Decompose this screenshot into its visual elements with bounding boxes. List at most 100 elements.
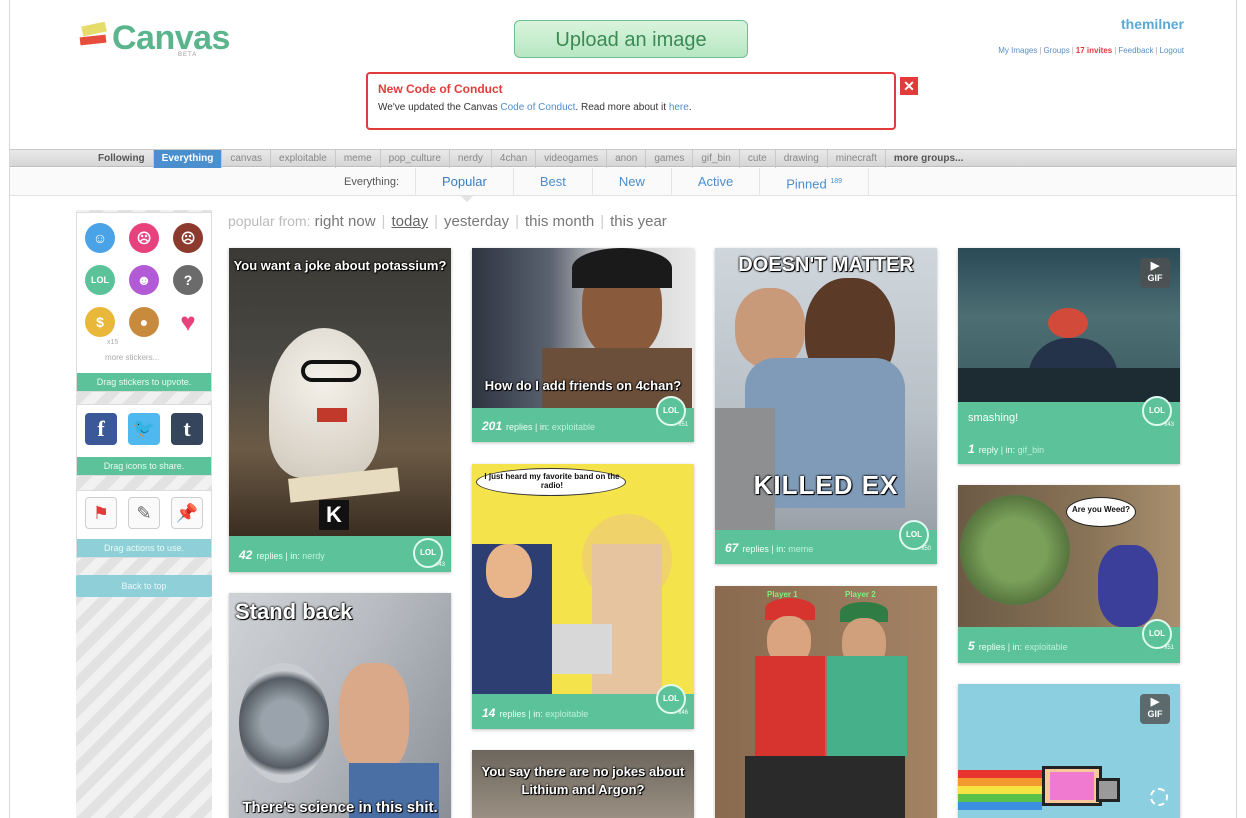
feedback-link[interactable]: Feedback: [1118, 46, 1153, 55]
post-image: Player 1 Player 2: [715, 586, 937, 818]
post-group-link[interactable]: exploitable: [552, 422, 595, 432]
username-link[interactable]: themilner: [1080, 16, 1184, 32]
logout-link[interactable]: Logout: [1160, 46, 1184, 55]
tab-popular[interactable]: Popular: [416, 168, 514, 196]
post-group-link[interactable]: meme: [788, 544, 813, 554]
play-icon: ▶: [1150, 696, 1160, 708]
group-tab-cute[interactable]: cute: [738, 150, 775, 168]
group-tab-nerdy[interactable]: nerdy: [448, 150, 491, 168]
frown-sticker-icon[interactable]: ☹: [129, 223, 159, 253]
remix-icon[interactable]: ✎: [128, 497, 160, 529]
filter-this-month[interactable]: this month: [525, 213, 594, 230]
filter-yesterday[interactable]: yesterday: [444, 213, 509, 230]
lol-count: x46: [678, 710, 688, 716]
logo-text: Canvas: [112, 19, 230, 57]
group-tab-more-groups[interactable]: more groups...: [884, 150, 971, 168]
post-card[interactable]: Are you Weed? 5 replies | in: exploitable…: [958, 485, 1180, 663]
group-tab-pop-culture[interactable]: pop_culture: [379, 150, 449, 168]
group-tab-anon[interactable]: anon: [606, 150, 645, 168]
post-card[interactable]: Stand back There's science in this shit.: [229, 593, 451, 818]
play-icon: ▶: [1150, 260, 1160, 272]
group-tab-meme[interactable]: meme: [334, 150, 380, 168]
post-footer: 5 replies | in: exploitable LOL x51: [958, 619, 1180, 663]
active-tab-caret: [460, 195, 474, 202]
post-group-link[interactable]: nerdy: [302, 551, 325, 561]
post-card[interactable]: ▶ GIF smashing! 1 reply | in: gif_bin LOL …: [958, 248, 1180, 464]
tab-best[interactable]: Best: [514, 168, 593, 196]
question-sticker-icon[interactable]: ?: [173, 265, 203, 295]
group-tab-games[interactable]: games: [645, 150, 692, 168]
group-tab-exploitable[interactable]: exploitable: [270, 150, 335, 168]
group-tab-canvas[interactable]: canvas: [221, 150, 270, 168]
gold-sticker-icon[interactable]: $: [85, 307, 115, 337]
more-stickers-link[interactable]: more stickers...: [105, 353, 159, 362]
code-of-conduct-link[interactable]: Code of Conduct: [500, 102, 575, 113]
post-image: Stand back There's science in this shit.: [229, 593, 451, 818]
group-tab-gif-bin[interactable]: gif_bin: [692, 150, 738, 168]
post-card[interactable]: You say there are no jokes about Lithium…: [472, 750, 694, 818]
post-footer: 14 replies | in: exploitable LOL x46: [472, 684, 694, 729]
heart-sticker-icon[interactable]: ♥: [173, 307, 203, 337]
group-tab-drawing[interactable]: drawing: [774, 150, 827, 168]
page: Canvas BETA Upload an image themilner My…: [0, 0, 1246, 818]
post-meta: 14 replies | in: exploitable: [482, 706, 589, 720]
facebook-icon[interactable]: f: [85, 413, 117, 445]
post-card[interactable]: You want a joke about potassium? K 42 rep…: [229, 248, 451, 572]
wow-sticker-icon[interactable]: ☻: [129, 265, 159, 295]
group-tab-4chan[interactable]: 4chan: [490, 150, 535, 168]
filter-today[interactable]: today: [391, 213, 428, 230]
post-caption-bottom: Lithium and Argon?: [521, 782, 645, 797]
sort-bar: Everything: Popular Best New Active Pinn…: [10, 168, 1236, 196]
post-meta: 5 replies | in: exploitable: [968, 639, 1068, 653]
reply-count: 5: [968, 639, 975, 653]
post-card[interactable]: DOESN'T MATTER KILLED EX 67 replies | in:…: [715, 248, 937, 564]
post-caption-bottom: Player 2: [845, 590, 876, 599]
post-card[interactable]: Player 1 Player 2: [715, 586, 937, 818]
post-caption: You want a joke about potassium?: [233, 258, 447, 273]
post-group-link[interactable]: exploitable: [545, 709, 588, 719]
notice-here-link[interactable]: here: [669, 102, 689, 113]
lol-sticker-icon[interactable]: LOL: [85, 265, 115, 295]
smile-sticker-icon[interactable]: ☺: [85, 223, 115, 253]
lol-count: x51: [1164, 645, 1174, 651]
cookie-sticker-icon[interactable]: ●: [129, 307, 159, 337]
actions-hint: Drag actions to use.: [77, 539, 211, 557]
post-card[interactable]: How do I add friends on 4chan? 201 replie…: [472, 248, 694, 442]
upload-image-button[interactable]: Upload an image: [514, 20, 748, 58]
group-tab-everything[interactable]: Everything: [152, 150, 222, 168]
tab-pinned[interactable]: Pinned 189: [760, 168, 870, 196]
group-nav-bar: Following Everything canvas exploitable meme…: [10, 149, 1236, 168]
angry-sticker-icon[interactable]: ☹: [173, 223, 203, 253]
post-card[interactable]: ▶ GIF: [958, 684, 1180, 818]
invites-link[interactable]: 17 invites: [1076, 46, 1112, 55]
back-to-top-button[interactable]: Back to top: [76, 575, 212, 597]
lol-count: x51: [678, 422, 688, 428]
tab-new[interactable]: New: [593, 168, 672, 196]
close-icon[interactable]: ✕: [900, 77, 918, 95]
my-images-link[interactable]: My Images: [998, 46, 1037, 55]
post-caption-bottom: There's science in this shit.: [242, 799, 438, 816]
tumblr-icon[interactable]: t: [171, 413, 203, 445]
flag-icon[interactable]: ⚑: [85, 497, 117, 529]
group-tab-videogames[interactable]: videogames: [535, 150, 606, 168]
filter-right-now[interactable]: right now: [315, 213, 376, 230]
post-meta: 42 replies | in: nerdy: [239, 548, 325, 562]
post-group-link[interactable]: exploitable: [1025, 642, 1068, 652]
pin-icon[interactable]: 📌: [171, 497, 203, 529]
filter-this-year[interactable]: this year: [610, 213, 667, 230]
post-card[interactable]: I just heard my favorite band on the rad…: [472, 464, 694, 729]
post-caption: DOESN'T MATTER: [738, 254, 914, 276]
post-footer: smashing! 1 reply | in: gif_bin LOL x43: [958, 396, 1180, 464]
post-image: You say there are no jokes about Lithium…: [472, 750, 694, 818]
code-of-conduct-notice: New Code of Conduct We've updated the Ca…: [366, 72, 896, 130]
post-caption: Are you Weed?: [1071, 505, 1131, 514]
group-tab-following[interactable]: Following: [90, 150, 153, 168]
tab-active[interactable]: Active: [672, 168, 761, 196]
post-meta: 1 reply | in: gif_bin: [968, 442, 1045, 456]
group-tab-minecraft[interactable]: minecraft: [826, 150, 885, 168]
canvas-logo[interactable]: Canvas: [79, 18, 230, 62]
post-meta: 201 replies | in: exploitable: [482, 419, 595, 433]
post-group-link[interactable]: gif_bin: [1018, 445, 1045, 455]
groups-link[interactable]: Groups: [1043, 46, 1069, 55]
twitter-icon[interactable]: 🐦: [128, 413, 160, 445]
